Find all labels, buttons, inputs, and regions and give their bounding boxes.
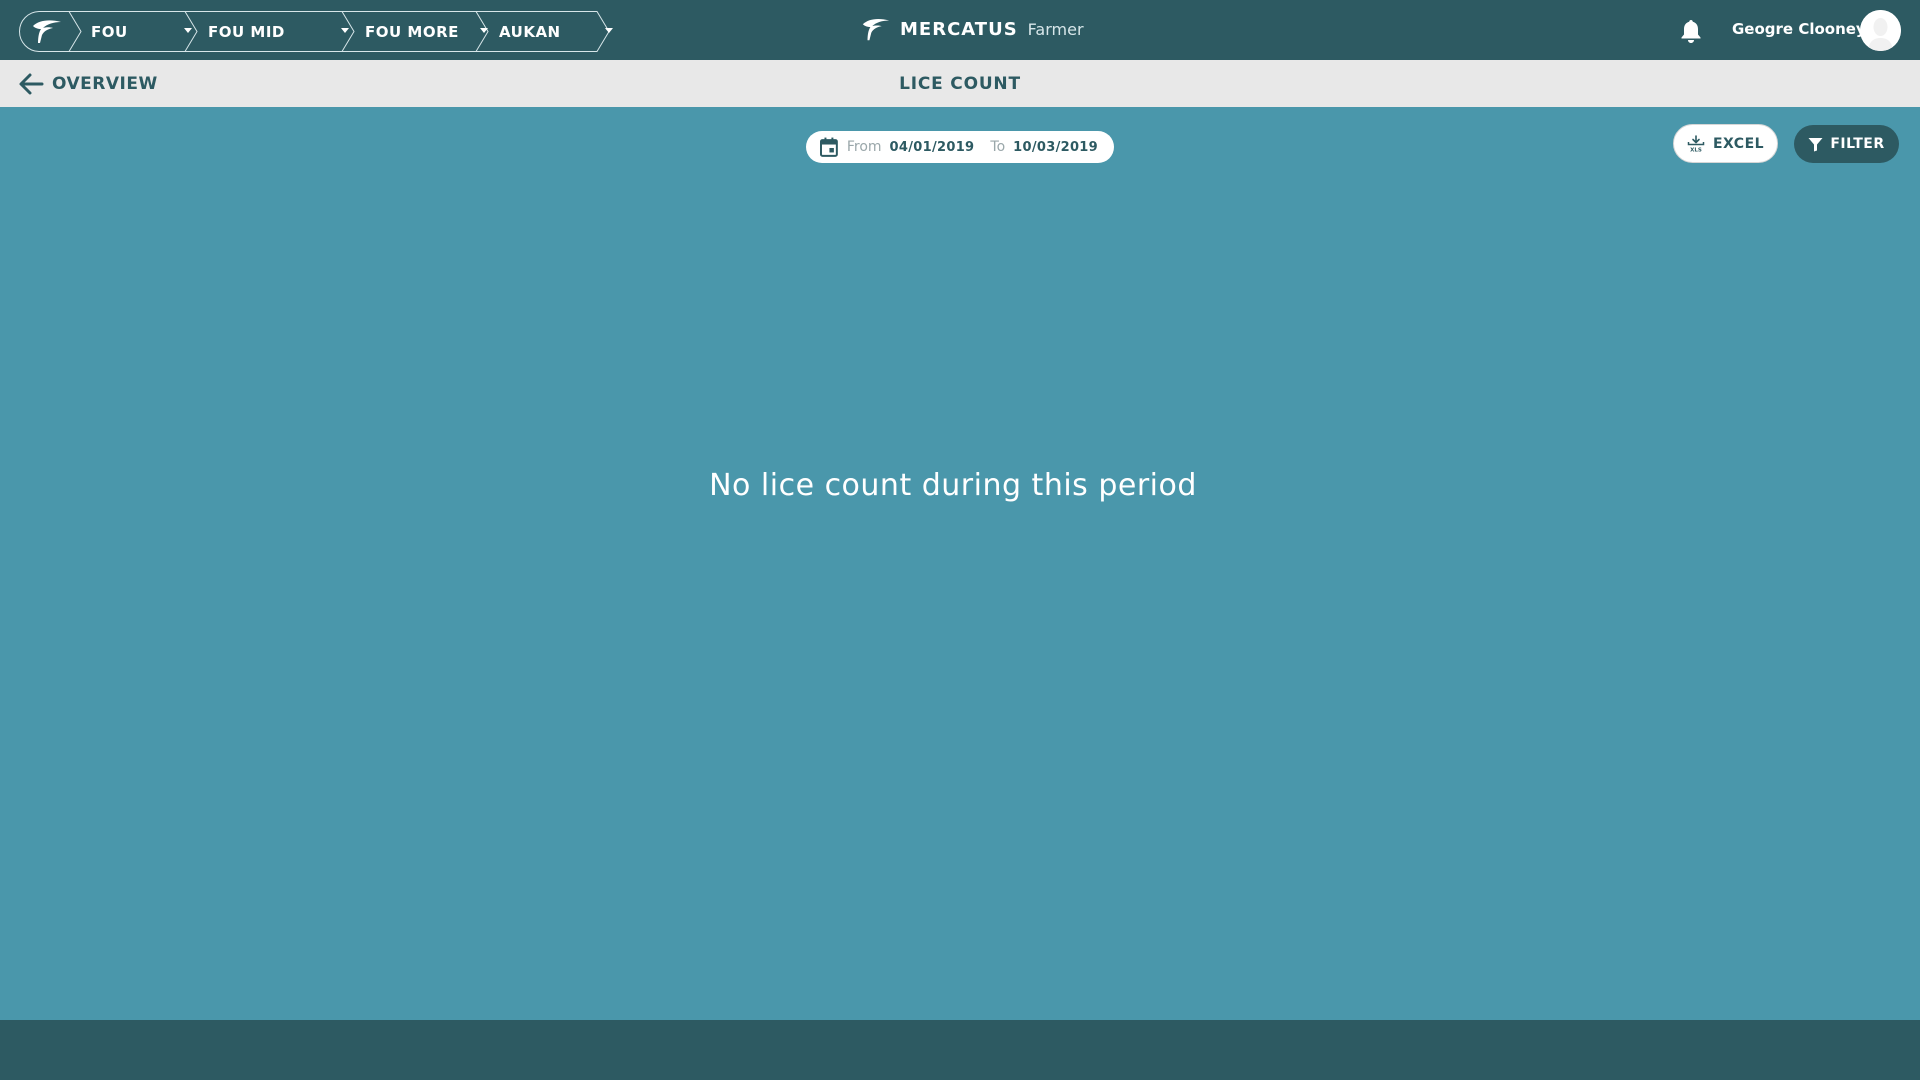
- brand-role: Farmer: [1027, 19, 1084, 39]
- excel-export-button[interactable]: XLS EXCEL: [1673, 124, 1778, 163]
- empty-state-message: No lice count during this period: [709, 468, 1197, 503]
- filter-label: FILTER: [1830, 136, 1885, 152]
- xls-download-icon: XLS: [1687, 134, 1705, 153]
- caret-down-icon: [184, 28, 192, 33]
- breadcrumb-item-fou-mid[interactable]: FOU MID: [208, 11, 358, 52]
- home-fish-logo-icon[interactable]: [30, 17, 64, 45]
- footer-bar: [0, 1020, 1920, 1080]
- caret-down-icon: [341, 28, 349, 33]
- breadcrumb-label: FOU MID: [208, 22, 285, 41]
- user-avatar-icon: [1860, 10, 1901, 51]
- filter-button[interactable]: FILTER: [1794, 125, 1899, 163]
- back-label: OVERVIEW: [52, 74, 158, 94]
- user-name: Geogre Clooney: [1732, 20, 1866, 38]
- brand-name: MERCATUS: [900, 18, 1018, 40]
- avatar[interactable]: [1860, 10, 1901, 51]
- date-to-value[interactable]: 10/03/2019: [1013, 140, 1098, 155]
- breadcrumb-item-aukan[interactable]: AUKAN: [499, 11, 613, 52]
- page-title: LICE COUNT: [899, 74, 1021, 94]
- bell-icon[interactable]: [1679, 18, 1703, 44]
- date-from-label: From: [846, 139, 882, 155]
- funnel-icon: [1808, 137, 1823, 151]
- breadcrumb-item-fou[interactable]: FOU: [91, 11, 201, 52]
- excel-label: EXCEL: [1712, 135, 1765, 152]
- top-bar: FOU FOU MID FOU MORE AUKAN MERCATUS Farm…: [0, 0, 1920, 60]
- svg-text:XLS: XLS: [1690, 147, 1702, 153]
- arrow-left-icon: [19, 73, 44, 95]
- breadcrumb-label: FOU MORE: [365, 22, 459, 41]
- breadcrumb: FOU FOU MID FOU MORE AUKAN: [19, 11, 613, 52]
- calendar-icon: [820, 137, 838, 157]
- caret-down-icon: [605, 28, 613, 33]
- back-to-overview-button[interactable]: OVERVIEW: [18, 72, 158, 96]
- breadcrumb-item-fou-more[interactable]: FOU MORE: [365, 11, 495, 52]
- date-range-picker[interactable]: From 04/01/2019 To 10/03/2019: [806, 131, 1114, 163]
- caret-down-icon: [480, 28, 488, 33]
- breadcrumb-label: AUKAN: [499, 22, 561, 41]
- date-from-value[interactable]: 04/01/2019: [890, 140, 975, 155]
- brand: MERCATUS Farmer: [860, 14, 1084, 44]
- breadcrumb-label: FOU: [91, 22, 128, 41]
- date-to-label: To: [990, 139, 1006, 155]
- fish-logo-icon: [862, 18, 890, 41]
